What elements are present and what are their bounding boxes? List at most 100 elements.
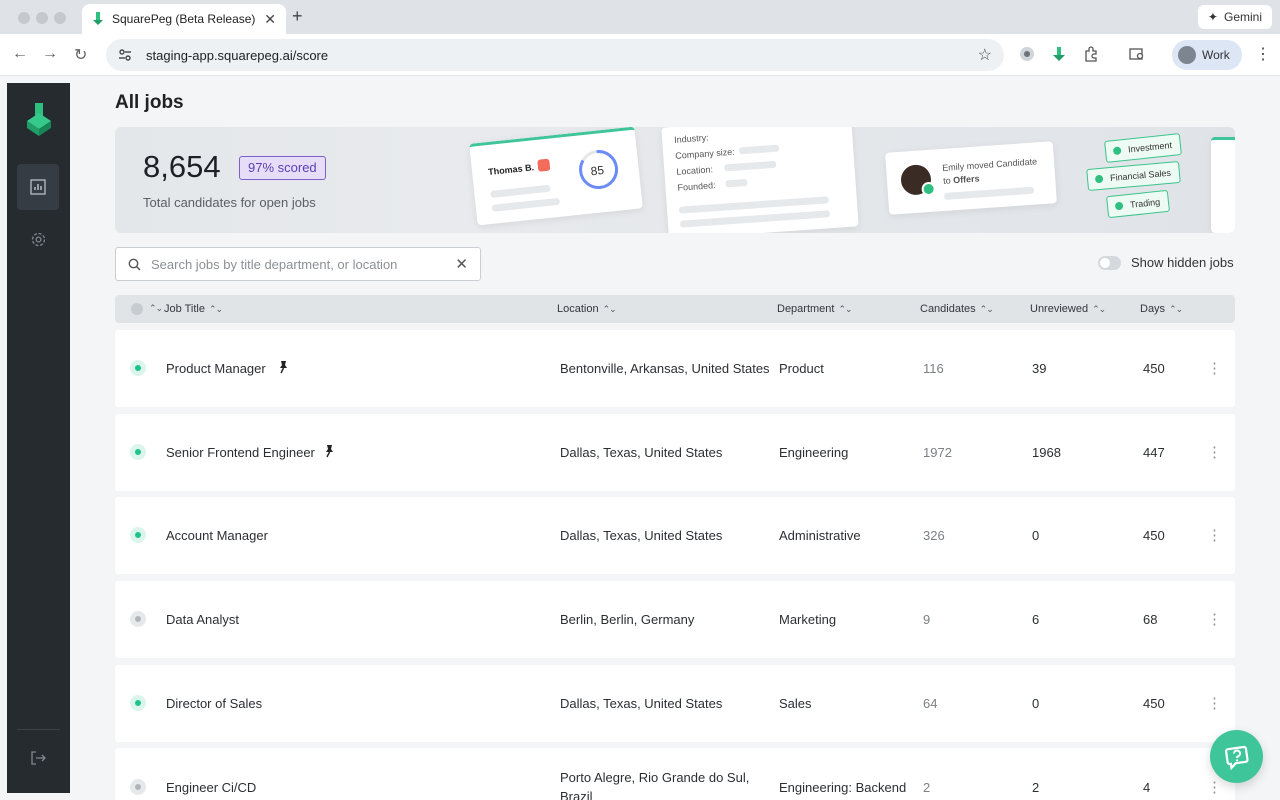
- status-dot-inactive: [130, 779, 146, 795]
- pin-icon[interactable]: [277, 360, 289, 374]
- header-days[interactable]: Days ⌃⌄: [1140, 303, 1183, 315]
- table-row[interactable]: Data Analyst Berlin, Berlin, Germany Mar…: [115, 581, 1235, 658]
- sidebar-item-jobs[interactable]: [17, 164, 59, 210]
- window-minimize-dot[interactable]: [36, 12, 48, 24]
- job-title: Account Manager: [166, 528, 268, 543]
- job-location: Dallas, Texas, United States: [560, 445, 723, 460]
- row-menu-icon[interactable]: ⋮: [1207, 610, 1222, 628]
- deco-skeleton-line: [725, 178, 748, 188]
- deco-field-location: Location:: [676, 164, 714, 177]
- scored-badge: 97% scored: [239, 156, 326, 180]
- window-close-dot[interactable]: [18, 12, 30, 24]
- header-unreviewed-label: Unreviewed: [1030, 303, 1089, 315]
- sidebar: [7, 83, 70, 793]
- deco-company-card: Industry: Company size: Location: Founde…: [661, 127, 859, 233]
- tab-title: SquarePeg (Beta Release): [112, 12, 256, 26]
- banner-subtitle: Total candidates for open jobs: [143, 195, 316, 210]
- deco-skeleton-line: [490, 184, 551, 198]
- reload-icon[interactable]: ↻: [74, 45, 87, 65]
- url-text: staging-app.squarepeg.ai/score: [146, 47, 329, 63]
- new-tab-icon[interactable]: +: [292, 6, 303, 27]
- deco-edge-card: [1211, 137, 1235, 233]
- logout-icon: [31, 751, 46, 765]
- show-hidden-jobs-toggle[interactable]: [1098, 255, 1121, 270]
- deco-skeleton-line: [943, 186, 1035, 200]
- job-title: Product Manager: [166, 361, 266, 376]
- status-filter-dot[interactable]: [131, 303, 143, 315]
- deco-field-industry: Industry:: [673, 132, 709, 145]
- gemini-sparkle-icon: ✦: [1207, 10, 1218, 24]
- table-row[interactable]: Director of Sales Dallas, Texas, United …: [115, 665, 1235, 742]
- job-unreviewed: 39: [1032, 361, 1047, 376]
- table-row[interactable]: Engineer Ci/CD Porto Alegre, Rio Grande …: [115, 748, 1235, 800]
- deco-candidate-card: Thomas B. 85: [469, 127, 643, 226]
- squarepeg-extension-icon[interactable]: [1051, 46, 1067, 62]
- job-candidates: 2: [923, 780, 931, 795]
- sidebar-item-settings[interactable]: [17, 216, 59, 262]
- status-sort-icon[interactable]: ⌃⌄: [149, 303, 163, 314]
- forward-icon[interactable]: →: [42, 45, 58, 63]
- sort-icon: ⌃⌄: [1092, 303, 1106, 314]
- job-days: 4: [1143, 780, 1151, 795]
- header-department[interactable]: Department ⌃⌄: [777, 303, 853, 315]
- deco-tag: Financial Sales: [1086, 160, 1181, 192]
- job-days: 450: [1143, 696, 1165, 711]
- gemini-button[interactable]: ✦ Gemini: [1197, 5, 1272, 29]
- app-root: All jobs 8,654 97% scored Total candidat…: [0, 76, 1280, 800]
- status-dot-active: [130, 695, 146, 711]
- bookmark-star-icon[interactable]: ☆: [978, 45, 992, 65]
- browser-menu-icon[interactable]: ⋮: [1255, 44, 1271, 64]
- search-input[interactable]: [151, 256, 456, 272]
- deco-skeleton-line: [679, 210, 830, 228]
- job-title: Senior Frontend Engineer: [166, 445, 315, 460]
- deco-skeleton-line: [724, 160, 777, 172]
- window-zoom-dot[interactable]: [54, 12, 66, 24]
- job-candidates: 116: [923, 361, 944, 376]
- job-department: Sales: [779, 696, 812, 711]
- table-row[interactable]: Account Manager Dallas, Texas, United St…: [115, 497, 1235, 574]
- row-menu-icon[interactable]: ⋮: [1207, 778, 1222, 796]
- table-row[interactable]: Senior Frontend Engineer Dallas, Texas, …: [115, 414, 1235, 491]
- job-candidates: 326: [923, 528, 945, 543]
- tab-search-icon[interactable]: [1129, 46, 1145, 62]
- deco-field-founded: Founded:: [677, 180, 716, 193]
- header-job-title-label: Job Title: [164, 303, 205, 315]
- extension-icon[interactable]: [1019, 46, 1035, 62]
- job-candidates: 64: [923, 696, 938, 711]
- sidebar-item-logout[interactable]: [17, 735, 59, 781]
- row-menu-icon[interactable]: ⋮: [1207, 443, 1222, 461]
- puzzle-extensions-icon[interactable]: [1083, 46, 1099, 62]
- header-location[interactable]: Location ⌃⌄: [557, 303, 617, 315]
- pin-icon[interactable]: [323, 444, 335, 458]
- row-menu-icon[interactable]: ⋮: [1207, 359, 1222, 377]
- job-department: Administrative: [779, 528, 861, 543]
- job-unreviewed: 2: [1032, 780, 1040, 795]
- row-menu-icon[interactable]: ⋮: [1207, 694, 1222, 712]
- header-job-title[interactable]: Job Title ⌃⌄: [164, 303, 223, 315]
- header-unreviewed[interactable]: Unreviewed ⌃⌄: [1030, 303, 1106, 315]
- help-chat-button[interactable]: [1210, 730, 1263, 783]
- clear-search-icon[interactable]: ✕: [455, 255, 468, 273]
- deco-activity-badge: [921, 181, 937, 197]
- squarepeg-favicon-icon: [93, 12, 103, 25]
- table-row[interactable]: Product Manager Bentonville, Arkansas, U…: [115, 330, 1235, 407]
- back-icon[interactable]: ←: [12, 45, 28, 63]
- row-menu-icon[interactable]: ⋮: [1207, 526, 1222, 544]
- profile-button[interactable]: Work: [1172, 40, 1242, 70]
- tab-close-icon[interactable]: ✕: [264, 11, 276, 28]
- job-location: Dallas, Texas, United States: [560, 696, 723, 711]
- sort-icon: ⌃⌄: [1169, 303, 1183, 314]
- job-days: 68: [1143, 612, 1158, 627]
- deco-candidate-logo: [537, 158, 551, 172]
- deco-activity-card: Emily moved Candidate to Offers: [885, 141, 1057, 215]
- total-candidates-count: 8,654: [143, 149, 221, 184]
- job-location: Bentonville, Arkansas, United States: [560, 361, 770, 376]
- browser-tab[interactable]: SquarePeg (Beta Release) ✕: [82, 4, 286, 34]
- job-title: Data Analyst: [166, 612, 239, 627]
- status-dot-active: [130, 360, 146, 376]
- header-candidates[interactable]: Candidates ⌃⌄: [920, 303, 994, 315]
- site-settings-icon[interactable]: [118, 48, 132, 62]
- squarepeg-logo-icon[interactable]: [26, 103, 52, 137]
- address-bar[interactable]: staging-app.squarepeg.ai/score ☆: [106, 39, 1004, 71]
- header-department-label: Department: [777, 303, 835, 315]
